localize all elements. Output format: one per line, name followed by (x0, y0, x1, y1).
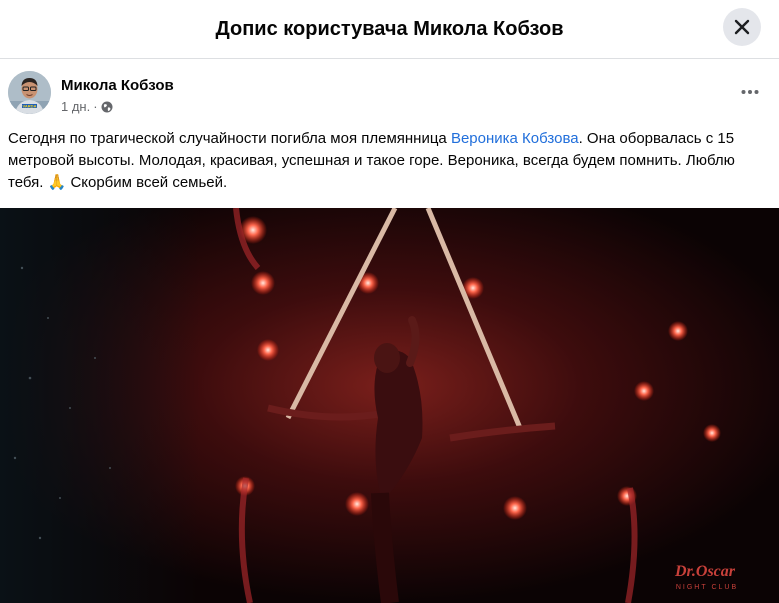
post-meta: 1 дн. · (61, 99, 113, 114)
mention-link[interactable]: Вероника Кобзова (451, 130, 579, 147)
post-photo[interactable]: Dr.Oscar NIGHT CLUB (0, 208, 779, 603)
close-button[interactable] (723, 8, 761, 46)
avatar[interactable]: VARDA (8, 71, 51, 114)
dialog-header: Допис користувача Микола Кобзов (0, 0, 779, 59)
globe-icon[interactable] (101, 101, 113, 113)
post-header: VARDA Микола Кобзов 1 дн. · (8, 71, 771, 121)
post-text: Сегодня по трагической случайности погиб… (8, 128, 771, 194)
club-logo-text: Dr.Oscar (674, 563, 736, 580)
avatar-badge: VARDA (23, 104, 37, 109)
dialog-title: Допис користувача Микола Кобзов (215, 17, 564, 40)
more-icon (741, 90, 759, 94)
author-name[interactable]: Микола Кобзов (61, 77, 174, 94)
post-text-start: Сегодня по трагической случайности погиб… (8, 130, 451, 147)
close-icon (734, 19, 750, 35)
meta-separator: · (93, 99, 98, 114)
post-time[interactable]: 1 дн. (61, 99, 90, 114)
club-logo-subtext: NIGHT CLUB (676, 584, 738, 591)
more-options-button[interactable] (735, 77, 765, 107)
aerial-performer-image: Dr.Oscar NIGHT CLUB (0, 208, 779, 603)
